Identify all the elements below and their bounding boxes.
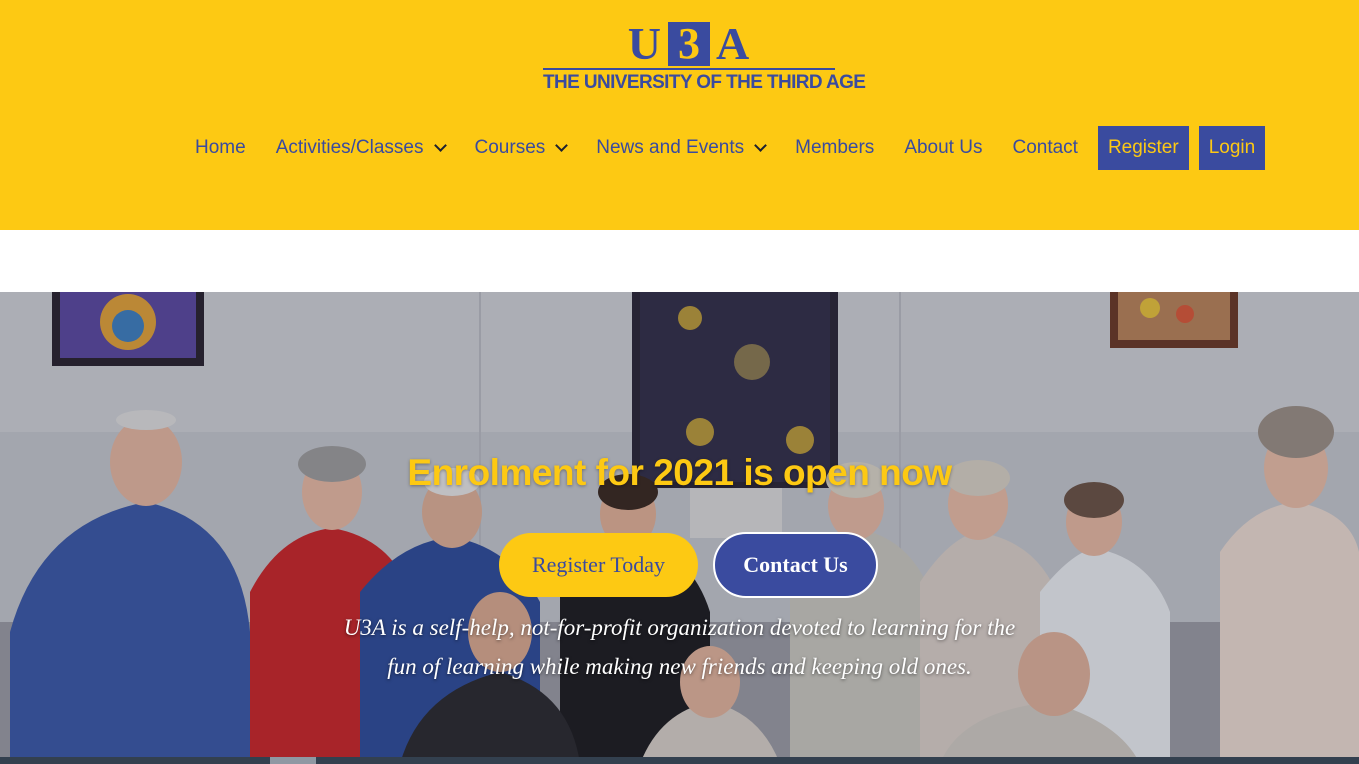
- nav-news-and-events-label: News and Events: [596, 137, 745, 158]
- hero-buttons: Register Today Contact Us: [499, 532, 878, 598]
- nav-courses[interactable]: Courses: [460, 126, 582, 170]
- logo-letter-u: U: [627, 18, 662, 69]
- hero-heading: Enrolment for 2021 is open now: [407, 452, 952, 493]
- main-nav: Home Activities/Classes Courses News and…: [180, 126, 1266, 170]
- register-button[interactable]: Register: [1097, 126, 1189, 170]
- logo-divider: [543, 68, 835, 70]
- login-button[interactable]: Login: [1198, 126, 1266, 170]
- nav-courses-label: Courses: [474, 137, 546, 158]
- nav-contact[interactable]: Contact: [997, 126, 1092, 170]
- hero-description-line1: U3A is a self-help, not-for-profit organ…: [343, 615, 1016, 640]
- hero-description: U3A is a self-help, not-for-profit organ…: [300, 608, 1059, 686]
- nav-members-label: Members: [795, 137, 875, 158]
- nav-about-us[interactable]: About Us: [889, 126, 997, 170]
- bottom-strip: [0, 757, 1359, 764]
- nav-home-label: Home: [195, 137, 246, 158]
- nav-contact-label: Contact: [1012, 137, 1078, 158]
- chevron-down-icon: [433, 139, 447, 152]
- register-today-button[interactable]: Register Today: [499, 533, 698, 597]
- logo-letter-3: 3: [668, 22, 710, 66]
- logo-letter-a: A: [716, 18, 751, 69]
- logo-mark: U 3 A: [543, 18, 835, 69]
- hero-overlay: [0, 292, 1359, 764]
- site-header: U 3 A THE UNIVERSITY OF THE THIRD AGE Ho…: [0, 0, 1359, 230]
- chevron-down-icon: [555, 139, 569, 152]
- nav-about-us-label: About Us: [904, 137, 983, 158]
- slider-indicator[interactable]: [270, 757, 316, 764]
- nav-news-and-events[interactable]: News and Events: [581, 126, 780, 170]
- hero-section: Enrolment for 2021 is open now Register …: [0, 292, 1359, 764]
- nav-members[interactable]: Members: [780, 126, 889, 170]
- hero-description-line2: fun of learning while making new friends…: [387, 654, 972, 679]
- site-logo[interactable]: U 3 A THE UNIVERSITY OF THE THIRD AGE: [543, 18, 866, 96]
- nav-home[interactable]: Home: [180, 126, 261, 170]
- contact-us-button[interactable]: Contact Us: [713, 532, 878, 598]
- nav-activities-classes-label: Activities/Classes: [275, 137, 424, 158]
- nav-activities-classes[interactable]: Activities/Classes: [261, 126, 460, 170]
- logo-tagline: THE UNIVERSITY OF THE THIRD AGE: [543, 72, 866, 93]
- chevron-down-icon: [754, 139, 767, 152]
